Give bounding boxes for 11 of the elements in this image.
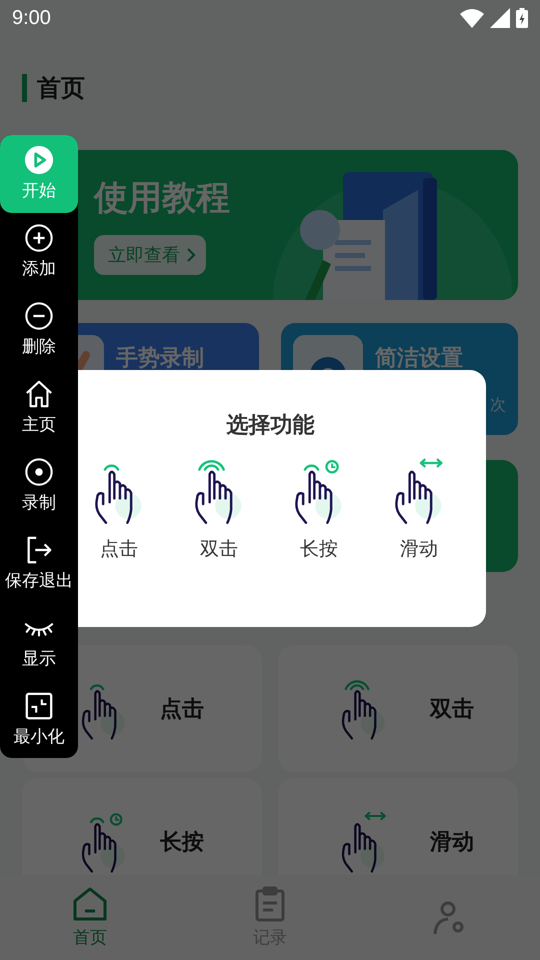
gesture-label: 点击	[160, 696, 204, 724]
feature-title: 简洁设置	[375, 345, 464, 373]
feature-title: 手势录制	[116, 345, 205, 373]
dialog-title: 选择功能	[226, 412, 314, 440]
feature-subtitle: 次	[490, 395, 506, 416]
gesture-label: 双击	[430, 696, 474, 724]
status-time: 9:00	[12, 6, 51, 30]
gesture-label: 滑动	[430, 828, 474, 856]
gesture-label: 长按	[160, 828, 204, 856]
page-title: 首页	[22, 74, 85, 102]
banner-title: 使用教程	[94, 177, 231, 220]
